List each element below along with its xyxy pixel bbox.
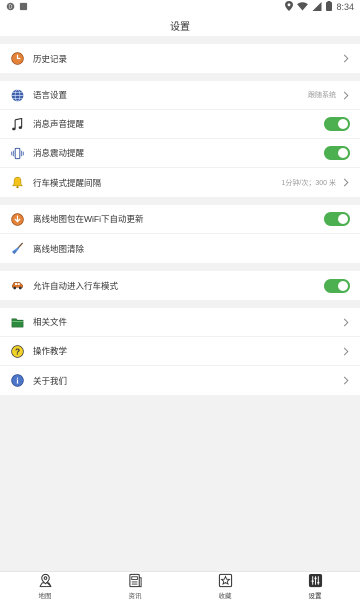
chevron-right-icon <box>342 54 350 64</box>
wifi-icon <box>297 1 309 13</box>
nav-tab-label: 收藏 <box>218 592 232 600</box>
language-label: 语言设置 <box>33 90 68 100</box>
globe-icon <box>10 88 24 102</box>
page-header: 设置 <box>0 14 360 36</box>
nav-tab-map[interactable]: 地图 <box>0 572 90 600</box>
sound-alert-label: 消息声音提醒 <box>33 119 85 129</box>
screenshot-icon <box>19 2 28 13</box>
tutorial-label: 操作教学 <box>33 346 68 356</box>
drive-interval-value: 1分钟/次；300 米 <box>281 179 336 187</box>
svg-text:D: D <box>9 4 13 10</box>
signal-icon <box>312 1 322 13</box>
chevron-right-icon <box>342 90 350 100</box>
question-icon: ? <box>10 344 24 358</box>
svg-text:?: ? <box>14 346 19 356</box>
offline-map-update-row: 离线地图包在WiFi下自动更新 <box>0 205 360 234</box>
news-icon <box>127 573 143 589</box>
group-gap <box>0 263 360 271</box>
language-value: 跟随系统 <box>308 92 336 99</box>
settings-group-drive-mode: 允许自动进入行车模式 <box>0 271 360 300</box>
map-pin-icon <box>37 573 53 589</box>
music-note-icon <box>10 117 24 131</box>
group-gap <box>0 73 360 81</box>
status-bar: D 8:34 <box>0 0 360 14</box>
bottom-nav: 地图 资讯 收藏 设置 <box>0 571 360 600</box>
nav-tab-favorites[interactable]: 收藏 <box>180 572 270 600</box>
offline-map-update-toggle[interactable] <box>324 212 350 226</box>
vibration-alert-row: 消息震动提醒 <box>0 139 360 168</box>
settings-sliders-icon <box>307 573 323 589</box>
location-icon <box>285 1 294 13</box>
vibration-alert-toggle[interactable] <box>324 146 350 160</box>
history-label: 历史记录 <box>33 53 68 64</box>
group-gap <box>0 36 360 44</box>
status-time: 8:34 <box>336 2 354 12</box>
auto-drive-mode-row: 允许自动进入行车模式 <box>0 271 360 300</box>
related-files-row[interactable]: 相关文件 <box>0 308 360 337</box>
vibration-alert-label: 消息震动提醒 <box>33 148 85 158</box>
about-us-row[interactable]: i 关于我们 <box>0 366 360 395</box>
chevron-right-icon <box>342 178 350 188</box>
chevron-right-icon <box>342 376 350 386</box>
nav-tab-settings[interactable]: 设置 <box>270 572 360 600</box>
tutorial-row[interactable]: ? 操作教学 <box>0 337 360 366</box>
car-icon <box>10 279 24 293</box>
about-us-label: 关于我们 <box>33 375 68 386</box>
offline-map-clear-row[interactable]: 离线地图清除 <box>0 234 360 263</box>
chevron-right-icon <box>342 346 350 356</box>
related-files-label: 相关文件 <box>33 317 68 327</box>
settings-group-general: 语言设置 跟随系统 消息声音提醒 消息震动提醒 行车模式提醒间隔 1分钟/次；3… <box>0 81 360 197</box>
chevron-right-icon <box>342 317 350 327</box>
sound-alert-row: 消息声音提醒 <box>0 110 360 139</box>
battery-icon <box>326 1 333 13</box>
folder-icon <box>10 315 24 329</box>
star-box-icon <box>217 573 233 589</box>
offline-map-clear-label: 离线地图清除 <box>33 243 85 254</box>
page-title: 设置 <box>170 21 190 33</box>
offline-map-update-label: 离线地图包在WiFi下自动更新 <box>33 214 144 224</box>
drive-interval-label: 行车模式提醒间隔 <box>33 177 102 188</box>
drive-interval-row[interactable]: 行车模式提醒间隔 1分钟/次；300 米 <box>0 168 360 197</box>
nav-tab-label: 设置 <box>308 592 322 600</box>
bell-icon <box>10 176 24 190</box>
vibrate-icon <box>10 146 24 160</box>
download-icon <box>10 212 24 226</box>
broom-icon <box>10 242 24 256</box>
settings-group-history: 历史记录 <box>0 44 360 73</box>
settings-group-help: 相关文件 ? 操作教学 i 关于我们 <box>0 308 360 395</box>
group-gap <box>0 197 360 205</box>
nav-tab-label: 资讯 <box>128 592 142 600</box>
sound-alert-toggle[interactable] <box>324 117 350 131</box>
info-icon: i <box>10 374 24 388</box>
nav-tab-label: 地图 <box>38 592 52 600</box>
settings-group-offline-map: 离线地图包在WiFi下自动更新 离线地图清除 <box>0 205 360 263</box>
auto-drive-mode-label: 允许自动进入行车模式 <box>33 280 119 291</box>
nav-tab-news[interactable]: 资讯 <box>90 572 180 600</box>
history-row[interactable]: 历史记录 <box>0 44 360 73</box>
auto-drive-mode-toggle[interactable] <box>324 278 350 293</box>
clock-icon <box>10 52 24 66</box>
notification-icon: D <box>6 2 15 13</box>
group-gap <box>0 300 360 308</box>
language-row[interactable]: 语言设置 跟随系统 <box>0 81 360 110</box>
